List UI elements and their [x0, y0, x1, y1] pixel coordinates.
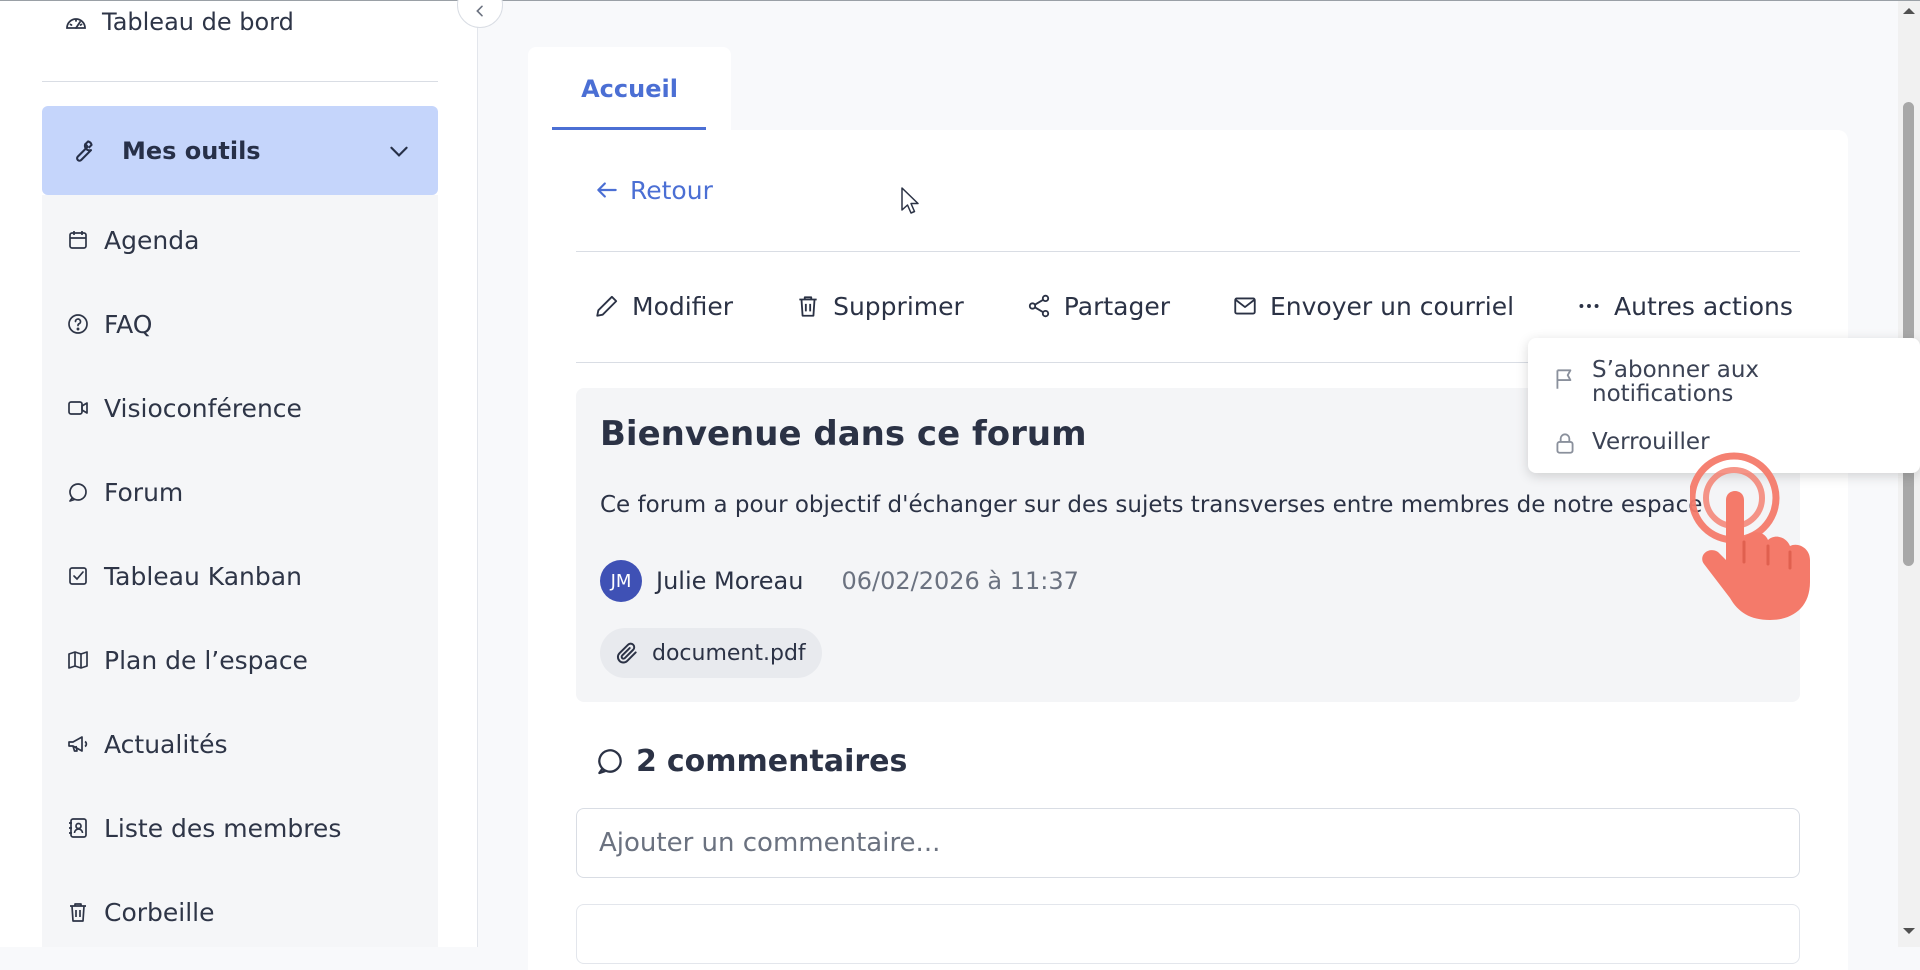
delete-label: Supprimer — [833, 291, 964, 321]
chevron-down-icon — [390, 146, 408, 157]
sidebar-item-news[interactable]: Actualités — [66, 724, 227, 764]
share-button[interactable]: Partager — [1026, 292, 1170, 321]
sidebar-divider — [42, 81, 438, 82]
menu-item-subscribe[interactable]: S’abonner aux notifications — [1552, 358, 1759, 406]
calendar-icon — [69, 231, 87, 249]
edit-button[interactable]: Modifier — [594, 292, 733, 321]
contact-book-icon — [69, 818, 87, 838]
arrow-left-icon — [597, 182, 617, 198]
trash-icon — [799, 296, 817, 317]
divider-top — [576, 251, 1800, 252]
sidebar-group-tools[interactable]: Mes outils — [42, 106, 438, 195]
trash-icon — [70, 903, 86, 922]
chevron-left-icon — [476, 5, 483, 17]
scrollbar-thumb[interactable] — [1903, 102, 1914, 566]
mouse-cursor-icon — [901, 187, 919, 214]
sidebar-item-label: Plan de l’espace — [104, 645, 308, 675]
tap-hand-icon — [1690, 452, 1810, 620]
more-horizontal-icon — [1579, 304, 1599, 308]
more-actions-button[interactable]: Autres actions — [1576, 292, 1793, 321]
sidebar-item-faq[interactable]: FAQ — [66, 304, 152, 344]
chat-bubble-icon — [69, 483, 87, 502]
comments-label: commentaires — [666, 743, 908, 779]
sidebar-item-label: Tableau de bord — [102, 8, 294, 36]
share-icon — [1028, 294, 1049, 318]
flag-icon — [1556, 369, 1572, 389]
sidebar-group-label: Mes outils — [122, 136, 261, 165]
sidebar-item-dashboard[interactable]: Tableau de bord — [64, 4, 294, 40]
pencil-icon — [596, 295, 618, 317]
attachment-name: document.pdf — [652, 640, 806, 666]
paperclip-icon — [616, 642, 637, 664]
sidebar-item-visio[interactable]: Visioconférence — [66, 388, 302, 428]
scroll-up-arrow-icon[interactable] — [1902, 6, 1916, 16]
sidebar-item-kanban[interactable]: Tableau Kanban — [66, 556, 302, 596]
megaphone-icon — [68, 736, 88, 752]
sidebar: Tableau de bord Mes outils Agenda FAQ Vi… — [0, 0, 478, 947]
post-author: JM Julie Moreau 06/02/2026 à 11:37 — [600, 560, 1079, 602]
checkbox-icon — [69, 567, 87, 585]
more-actions-label: Autres actions — [1614, 291, 1793, 321]
sidebar-item-label: Visioconférence — [104, 393, 302, 423]
sidebar-tools-list: Agenda FAQ Visioconférence Forum Tableau… — [42, 195, 438, 947]
scroll-down-arrow-icon[interactable] — [1902, 926, 1916, 936]
email-label: Envoyer un courriel — [1270, 291, 1515, 321]
map-icon — [68, 651, 88, 669]
sidebar-item-label: Liste des membres — [104, 813, 342, 843]
lock-icon — [1556, 433, 1574, 454]
sidebar-item-label: Actualités — [104, 729, 228, 759]
back-label: Retour — [630, 175, 713, 205]
send-email-button[interactable]: Envoyer un courriel — [1232, 292, 1514, 321]
author-name: Julie Moreau — [656, 567, 804, 595]
comment-item — [576, 904, 1800, 964]
comment-input[interactable] — [576, 808, 1800, 878]
top-border — [0, 0, 1920, 1]
menu-item-label: S’abonner aux — [1592, 357, 1760, 383]
menu-item-label-line2: notifications — [1592, 381, 1734, 407]
menu-item-lock[interactable]: Verrouiller — [1552, 430, 1710, 456]
post-date: 06/02/2026 à 11:37 — [841, 567, 1079, 595]
sidebar-item-agenda[interactable]: Agenda — [66, 220, 199, 260]
attachment-chip[interactable]: document.pdf — [600, 628, 822, 678]
sidebar-item-label: Corbeille — [104, 897, 215, 927]
sidebar-item-label: Forum — [104, 477, 184, 507]
edit-label: Modifier — [632, 291, 734, 321]
sidebar-item-label: Agenda — [104, 225, 200, 255]
share-label: Partager — [1063, 291, 1170, 321]
back-link[interactable]: Retour — [594, 172, 713, 208]
mail-icon — [1234, 297, 1256, 315]
post-body: Ce forum a pour objectif d'échanger sur … — [600, 492, 1703, 518]
comments-count: 2 — [636, 743, 657, 779]
action-toolbar: Modifier Supprimer Partager Envoyer un c… — [594, 288, 1793, 324]
avatar: JM — [600, 560, 642, 602]
sidebar-item-plan[interactable]: Plan de l’espace — [66, 640, 308, 680]
tab-accueil[interactable]: Accueil — [528, 47, 731, 131]
delete-button[interactable]: Supprimer — [795, 292, 964, 321]
tab-label: Accueil — [581, 75, 678, 103]
sidebar-item-members[interactable]: Liste des membres — [66, 808, 341, 848]
chat-bubble-icon — [598, 749, 622, 775]
gauge-icon — [66, 18, 86, 29]
sidebar-item-label: FAQ — [104, 309, 153, 339]
sidebar-item-label: Tableau Kanban — [104, 561, 302, 591]
comments-heading: 2 commentaires — [594, 740, 907, 782]
sidebar-item-forum[interactable]: Forum — [66, 472, 183, 512]
help-circle-icon — [68, 314, 88, 334]
post-title: Bienvenue dans ce forum — [600, 414, 1087, 454]
wrench-icon — [76, 139, 93, 162]
video-icon — [68, 401, 88, 415]
sidebar-item-trash[interactable]: Corbeille — [66, 892, 215, 932]
